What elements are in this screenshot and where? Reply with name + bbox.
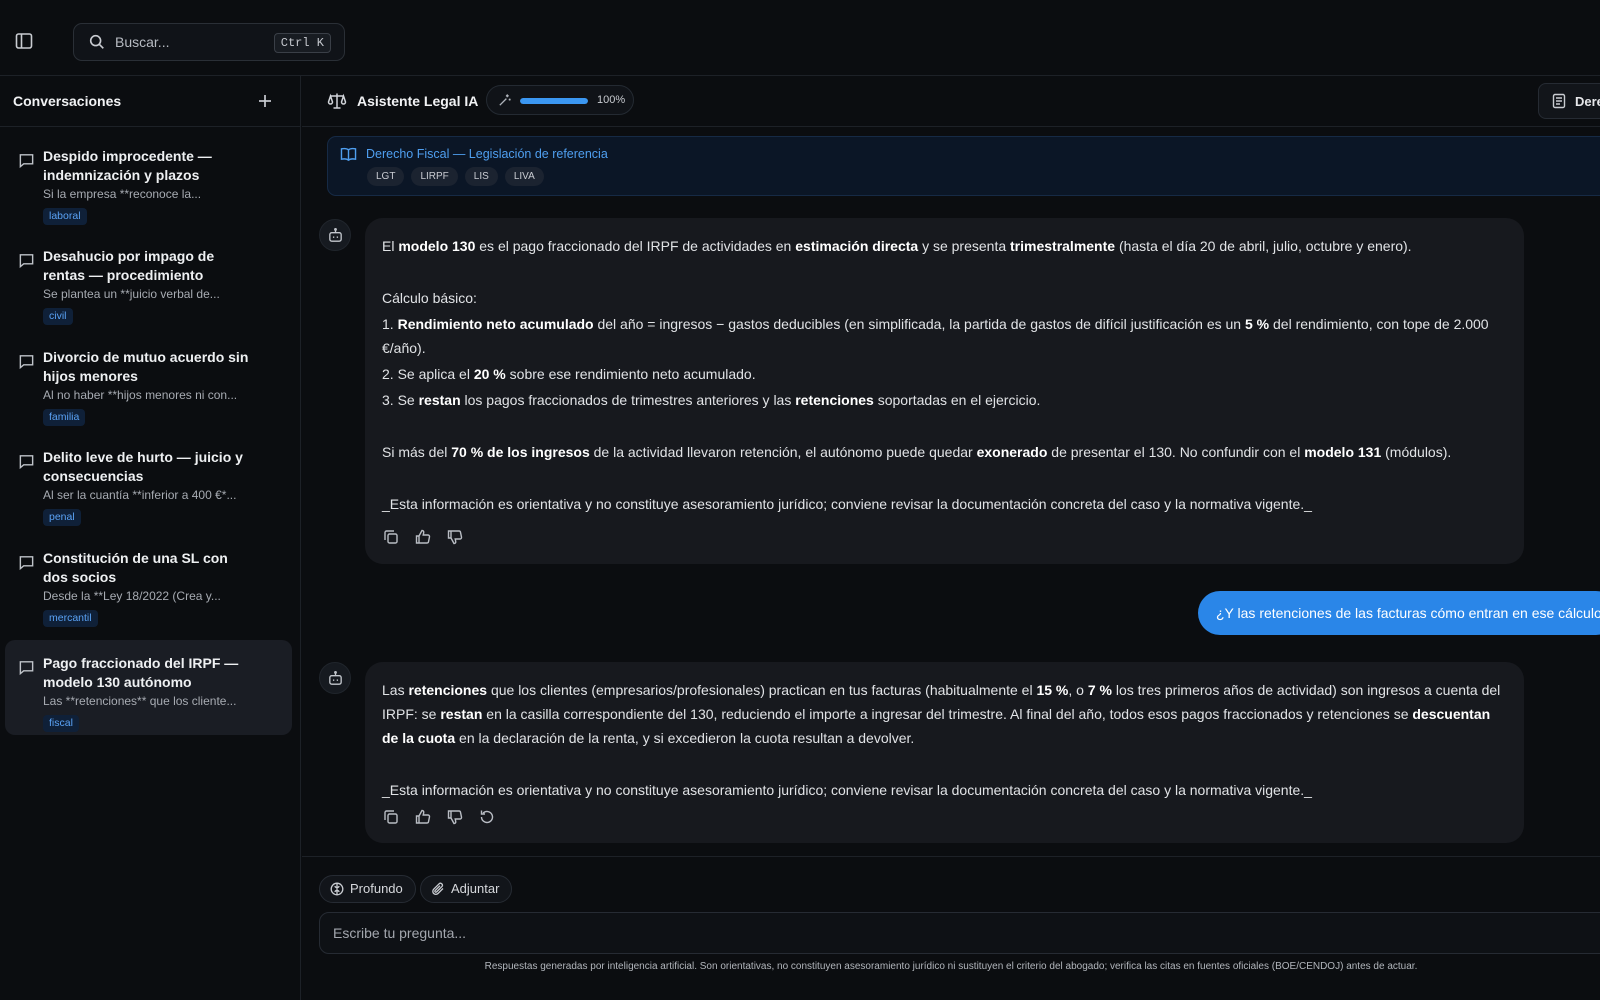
- regenerate-icon[interactable]: [478, 808, 496, 826]
- category-tag: familia: [43, 409, 86, 426]
- sidebar-toggle-icon[interactable]: [14, 31, 34, 51]
- message-list-item: 2. Se aplica el 20 % sobre ese rendimien…: [382, 366, 756, 382]
- bot-icon: [329, 227, 342, 242]
- ai-disclaimer: Respuestas generadas por inteligencia ar…: [484, 961, 1418, 972]
- assistant-avatar: [319, 219, 351, 251]
- composer: Profundo Adjuntar Respuestas generadas p…: [302, 856, 1600, 1000]
- conversation-preview: Se plantea un **juicio verbal de...: [43, 287, 220, 301]
- conversation-item[interactable]: Despido improcedente — indemnización y p…: [5, 133, 292, 228]
- search-icon: [89, 34, 104, 49]
- conversation-title: Delito leve de hurto — juicio y consecue…: [43, 449, 243, 484]
- deep-mode-button[interactable]: Profundo: [319, 875, 416, 903]
- thumbs-down-icon[interactable]: [446, 528, 464, 546]
- assistant-message: Las retenciones que los clientes (empres…: [365, 662, 1524, 843]
- document-icon: [1552, 93, 1566, 109]
- category-tag: fiscal: [43, 715, 79, 732]
- paperclip-icon: [432, 882, 444, 896]
- message-paragraph: El modelo 130 es el pago fraccionado del…: [382, 238, 1412, 254]
- message-paragraph: Las retenciones que los clientes (empres…: [382, 682, 1501, 746]
- sparkle-icon: [499, 94, 511, 106]
- area-selector-button[interactable]: Derecho Fiscal: [1538, 83, 1600, 119]
- search-input[interactable]: [115, 34, 265, 50]
- reference-title: Derecho Fiscal — Legislación de referenc…: [366, 147, 608, 161]
- conversation-title: Constitución de una SL con dos socios: [43, 550, 228, 585]
- message-disclaimer: _Esta información es orientativa y no co…: [382, 782, 1312, 798]
- conversation-item[interactable]: Divorcio de mutuo acuerdo sin hijos meno…: [5, 334, 292, 429]
- copy-icon[interactable]: [382, 808, 400, 826]
- conversation-preview: Al no haber **hijos menores ni con...: [43, 388, 238, 402]
- message-actions: [382, 528, 464, 546]
- shortcut-badge: Ctrl K: [273, 33, 331, 53]
- book-icon: [340, 147, 357, 162]
- sidebar-header: Conversaciones: [0, 76, 300, 127]
- conversation-title: Divorcio de mutuo acuerdo sin hijos meno…: [43, 349, 249, 384]
- brain-icon: [330, 882, 344, 896]
- message-paragraph: Si más del 70 % de los ingresos de la ac…: [382, 444, 1452, 460]
- conversation-sidebar: Conversaciones Despido improcedente — in…: [0, 76, 301, 1000]
- message-actions: [382, 808, 496, 826]
- conversation-preview: Si la empresa **reconoce la...: [43, 187, 202, 201]
- category-tag: penal: [43, 509, 81, 526]
- message-list-item: 3. Se restan los pagos fraccionados de t…: [382, 392, 1041, 408]
- law-chip[interactable]: LIVA: [504, 167, 544, 186]
- assistant-avatar: [319, 662, 351, 694]
- bot-icon: [329, 670, 342, 685]
- thumbs-down-icon[interactable]: [446, 808, 464, 826]
- message-paragraph: Cálculo básico:: [382, 290, 477, 306]
- law-chip[interactable]: LIRPF: [411, 167, 458, 186]
- copy-icon[interactable]: [382, 528, 400, 546]
- attach-label: Adjuntar: [451, 881, 500, 896]
- chat-header: Asistente Legal IA 100% Derecho Fiscal: [302, 76, 1600, 127]
- category-tag: civil: [43, 308, 73, 325]
- conversation-preview: Al ser la cuantía **inferior a 400 €*...: [43, 488, 237, 502]
- thumbs-up-icon[interactable]: [414, 808, 432, 826]
- question-input[interactable]: [319, 912, 1600, 954]
- chat-icon: [19, 154, 34, 169]
- message-disclaimer: _Esta información es orientativa y no co…: [382, 496, 1312, 512]
- user-message: ¿Y las retenciones de las facturas cómo …: [1198, 591, 1600, 635]
- conversation-title: Desahucio por impago de rentas — procedi…: [43, 248, 215, 283]
- category-tag: mercantil: [43, 610, 98, 627]
- progress-label: 100%: [597, 94, 626, 106]
- conversation-item[interactable]: Constitución de una SL con dos socios De…: [5, 535, 292, 630]
- conversation-title: Despido improcedente — indemnización y p…: [43, 148, 212, 183]
- conversation-title: Pago fraccionado del IRPF — modelo 130 a…: [43, 655, 239, 690]
- law-chip[interactable]: LGT: [367, 167, 405, 186]
- conversation-item-active[interactable]: Pago fraccionado del IRPF — modelo 130 a…: [5, 640, 292, 735]
- progress-track: [520, 98, 588, 104]
- chat-icon: [19, 455, 34, 470]
- context-progress: 100%: [486, 85, 634, 115]
- attach-button[interactable]: Adjuntar: [420, 875, 513, 903]
- conversation-item[interactable]: Delito leve de hurto — juicio y consecue…: [5, 434, 292, 529]
- conversation-preview: Desde la **Ley 18/2022 (Crea y...: [43, 589, 221, 603]
- message-list-item: 1. Rendimiento neto acumulado del año = …: [382, 316, 1489, 356]
- chat-icon: [19, 556, 34, 571]
- legislation-reference-card: Derecho Fiscal — Legislación de referenc…: [327, 136, 1600, 196]
- scales-icon: [327, 93, 347, 109]
- chat-icon: [19, 254, 34, 269]
- chat-icon: [19, 355, 34, 370]
- deep-mode-label: Profundo: [350, 881, 403, 896]
- chat-icon: [19, 661, 34, 676]
- assistant-message: El modelo 130 es el pago fraccionado del…: [365, 218, 1524, 564]
- top-bar: Ctrl K: [0, 0, 1600, 76]
- law-chip[interactable]: LIS: [464, 167, 498, 186]
- thumbs-up-icon[interactable]: [414, 528, 432, 546]
- area-label: Derecho Fiscal: [1575, 94, 1600, 109]
- sidebar-title: Conversaciones: [13, 93, 122, 109]
- conversation-item[interactable]: Desahucio por impago de rentas — procedi…: [5, 233, 292, 328]
- conversation-preview: Las **retenciones** que los cliente...: [43, 694, 237, 708]
- category-tag: laboral: [43, 208, 87, 225]
- new-conversation-icon[interactable]: [255, 91, 275, 111]
- assistant-title: Asistente Legal IA: [357, 93, 479, 109]
- progress-fill: [520, 98, 588, 104]
- search-box[interactable]: Ctrl K: [73, 23, 345, 61]
- law-chips: LGT LIRPF LIS LIVA: [367, 167, 544, 186]
